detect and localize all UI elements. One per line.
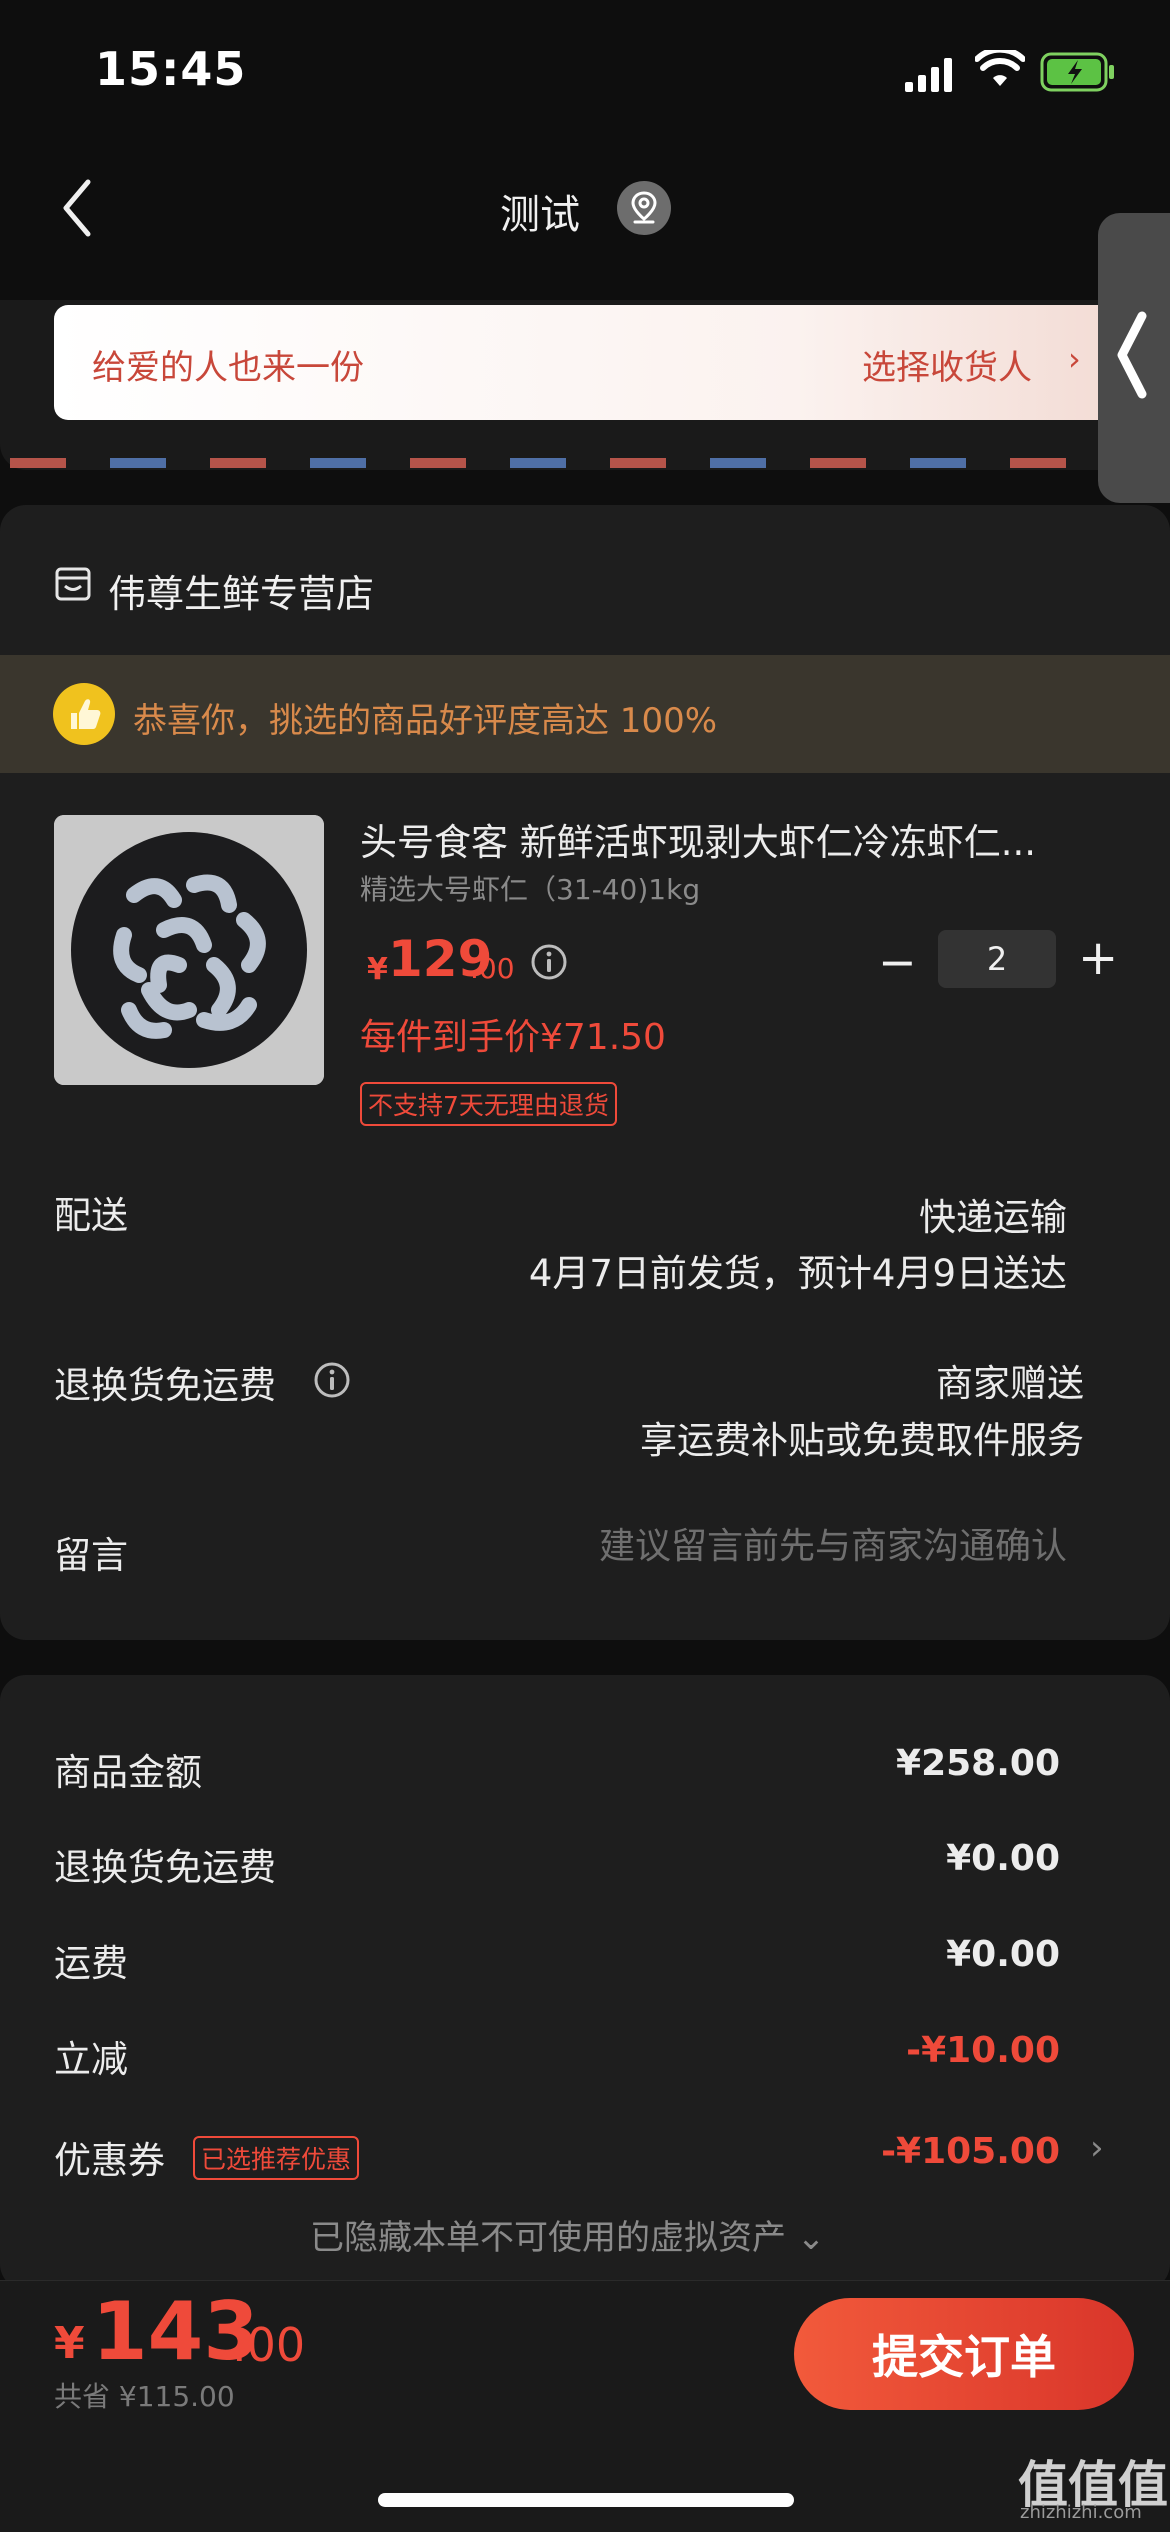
product-spec[interactable]: 精选大号虾仁（31-40)1kg <box>360 868 700 908</box>
status-time: 15:45 <box>95 42 247 96</box>
return-shipping-value: 商家赠送 <box>936 1362 1084 1405</box>
submit-order-button[interactable]: 提交订单 <box>794 2298 1134 2410</box>
discount-value: -¥10.00 <box>906 2030 1060 2071</box>
store-icon <box>55 567 91 601</box>
battery-charging-icon <box>1040 52 1114 92</box>
price-currency: ¥ <box>367 952 388 987</box>
discount-label: 立减 <box>54 2038 128 2081</box>
hidden-assets-toggle[interactable]: 已隐藏本单不可使用的虚拟资产 ⌄ <box>310 2210 825 2259</box>
product-title[interactable]: 头号食客 新鲜活虾现剥大虾仁冷冻虾仁... <box>360 812 1090 866</box>
watermark-url: zhizhizhi.com <box>1020 2502 1142 2523</box>
coupon-value[interactable]: -¥105.00 <box>881 2131 1060 2172</box>
chevron-right-icon: › <box>1068 340 1081 378</box>
unit-final-price: 每件到手价¥71.50 <box>360 1017 666 1058</box>
praise-text: 恭喜你，挑选的商品好评度高达 100% <box>133 701 718 741</box>
product-image[interactable] <box>54 815 324 1085</box>
shrimp-plate-image <box>54 815 324 1085</box>
total-saved: 共省 ¥115.00 <box>54 2380 235 2413</box>
chevron-right-icon[interactable]: › <box>1090 2128 1104 2168</box>
shipping-label: 配送 <box>54 1194 128 1237</box>
gift-banner-text: 给爱的人也来一份 <box>92 348 364 388</box>
return-shipping-label: 退换货免运费 <box>54 1364 276 1407</box>
message-input[interactable] <box>467 1521 1067 1571</box>
price-decimal: .00 <box>470 952 515 985</box>
quantity-increase-button[interactable]: + <box>1078 930 1118 986</box>
return-fee-label: 退换货免运费 <box>54 1846 276 1889</box>
shipping-method[interactable]: 快递运输 <box>919 1187 1067 1241</box>
location-button[interactable] <box>617 181 671 235</box>
return-info-icon[interactable] <box>312 1360 352 1400</box>
shipping-eta: 4月7日前发货，预计4月9日送达 <box>528 1252 1067 1295</box>
return-fee-value: ¥0.00 <box>946 1838 1060 1879</box>
coupon-label[interactable]: 优惠券 <box>54 2130 165 2184</box>
coupon-tag: 已选推荐优惠 <box>193 2136 360 2180</box>
message-label: 留言 <box>54 1534 128 1577</box>
thumbs-up-icon <box>53 683 115 745</box>
goods-amount-value: ¥258.00 <box>896 1743 1060 1784</box>
chevron-left-icon <box>1117 311 1147 399</box>
quantity-input[interactable]: 2 <box>938 930 1056 988</box>
cellular-signal-icon <box>905 58 952 92</box>
freight-label: 运费 <box>54 1942 128 1985</box>
location-pin-icon <box>631 191 657 224</box>
price-info-icon[interactable] <box>529 942 569 982</box>
back-icon[interactable] <box>58 178 98 238</box>
total-currency: ¥ <box>54 2318 85 2369</box>
total-decimal: .00 <box>232 2318 306 2372</box>
home-indicator[interactable] <box>378 2493 794 2507</box>
select-recipient-link[interactable]: 选择收货人 <box>862 340 1032 389</box>
quantity-decrease-button[interactable]: − <box>878 935 917 989</box>
freight-value: ¥0.00 <box>946 1934 1060 1975</box>
no-return-badge: 不支持7天无理由退货 <box>360 1082 617 1126</box>
store-name[interactable]: 伟尊生鲜专营店 <box>108 563 374 618</box>
goods-amount-label: 商品金额 <box>54 1751 202 1794</box>
return-shipping-detail: 享运费补贴或免费取件服务 <box>640 1419 1084 1462</box>
wifi-icon <box>975 50 1025 86</box>
airmail-stripe-divider <box>10 458 1110 468</box>
page-title: 测试 <box>500 192 580 238</box>
